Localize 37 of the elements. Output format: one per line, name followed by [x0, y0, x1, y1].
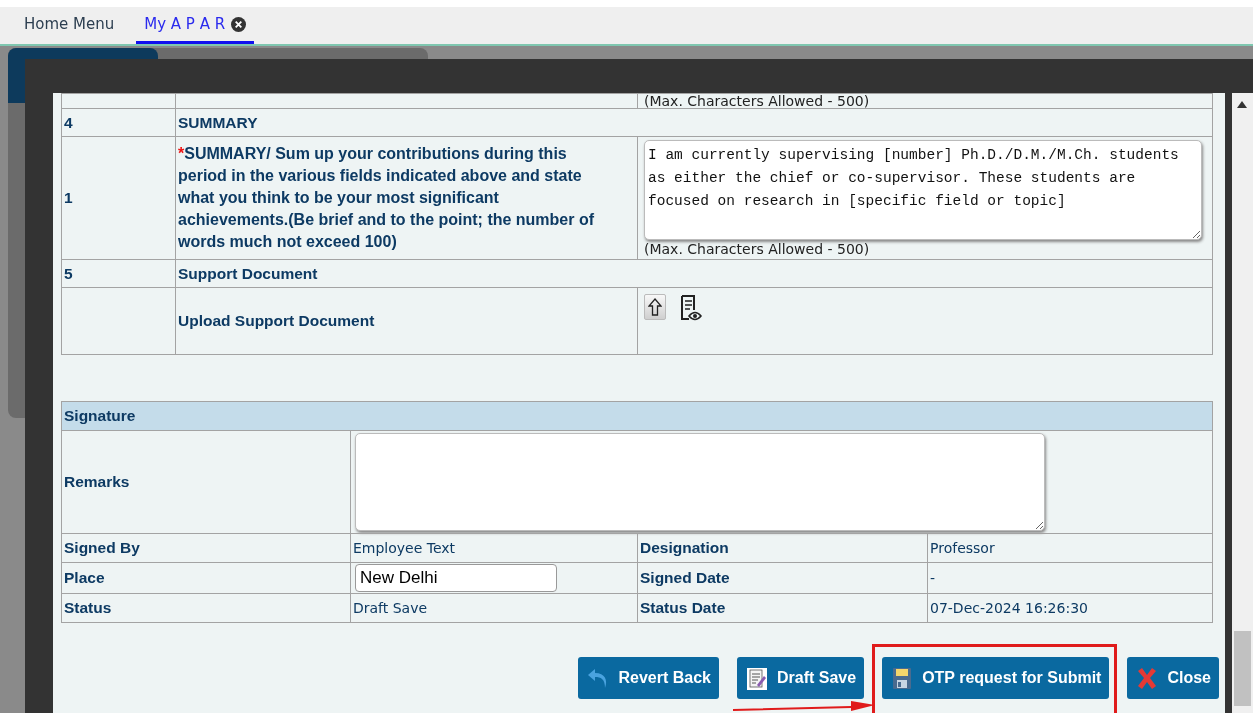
action-button[interactable]: Revert Back — [578, 657, 719, 699]
remarks-field[interactable] — [355, 433, 1045, 531]
notepad-icon — [745, 665, 769, 691]
row-number: 1 — [61, 136, 176, 260]
section-title: Support Document — [175, 259, 1213, 288]
field-value: - — [927, 562, 1213, 594]
field-value: Professor — [927, 533, 1213, 563]
field-label: Remarks — [61, 430, 351, 534]
field-value: Employee Text — [350, 533, 638, 563]
character-limit-note: (Max. Characters Allowed - 500) — [644, 93, 870, 109]
field-label: Signed Date — [637, 562, 928, 594]
field-value: Draft Save — [350, 593, 638, 623]
place-field[interactable]: New Delhi — [355, 564, 557, 592]
tab[interactable]: Home Menu — [16, 7, 123, 44]
row-number: 5 — [61, 259, 176, 288]
scrollbar[interactable] — [1232, 93, 1253, 713]
action-button[interactable]: OTP request for Submit — [882, 657, 1110, 699]
document-view-icon[interactable] — [680, 294, 702, 322]
character-limit-note: (Max. Characters Allowed - 500) — [644, 241, 870, 257]
question-label: *SUMMARY/ Sum up your contributions during this period in the various fields indicated above and state what you think to be your most significant achievements.(Be brief and to the point; the number of words much not exceed 100) — [175, 136, 638, 260]
upload-icon[interactable] — [644, 294, 666, 320]
field-label: Designation — [637, 533, 928, 563]
section-header: Signature — [61, 401, 1213, 431]
field-label: Upload Support Document — [175, 287, 638, 355]
section-title: SUMMARY — [175, 108, 1213, 137]
action-button[interactable]: Draft Save — [737, 657, 865, 699]
field-value: 07-Dec-2024 16:26:30 — [927, 593, 1213, 623]
row-number: 4 — [61, 108, 176, 137]
field-label: Status — [61, 593, 351, 623]
scrollbar-thumb[interactable] — [1234, 631, 1251, 706]
field-label: Status Date — [637, 593, 928, 623]
scroll-up-icon[interactable] — [1237, 101, 1247, 108]
field-label: Place — [61, 562, 351, 594]
close-icon[interactable] — [231, 16, 247, 32]
summary-field[interactable]: I am currently supervising [number] Ph.D./D.M./M.Ch. students as either the chief or co-supervisor. These students are focused on research in [specific field or topic] — [644, 140, 1202, 240]
field-label: Signed By — [61, 533, 351, 563]
close-button[interactable]: Close — [1127, 657, 1219, 699]
